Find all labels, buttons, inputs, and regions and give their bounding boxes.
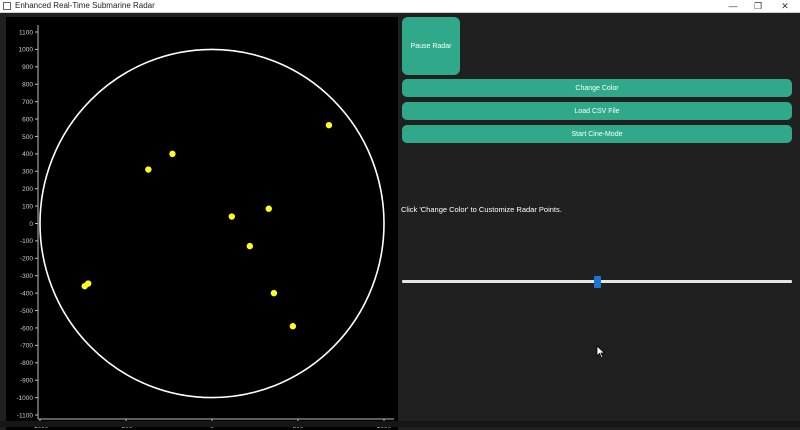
radar-chart: 110010009008007006005004003002001000-100… <box>16 25 394 430</box>
change-color-button[interactable]: Change Color <box>402 79 792 97</box>
radar-point <box>270 289 278 297</box>
y-tick-label: 800 <box>22 82 33 89</box>
y-tick-label: -800 <box>20 360 33 367</box>
range-circle <box>39 48 385 399</box>
y-tick-label: -900 <box>20 377 33 384</box>
y-tick-label: -100 <box>20 238 33 245</box>
y-tick-label: 100 <box>22 203 33 210</box>
radar-point <box>246 242 254 250</box>
y-tick-label: -600 <box>20 325 33 332</box>
radar-point <box>169 150 176 158</box>
radar-point <box>265 205 272 212</box>
y-tick-label: 600 <box>22 116 33 123</box>
y-tick-label: 700 <box>22 99 33 106</box>
info-label: Click 'Change Color' to Customize Radar … <box>401 205 562 214</box>
y-tick-label: 200 <box>22 186 33 193</box>
y-tick-label: -1100 <box>17 412 34 419</box>
y-tick-label: 300 <box>22 169 33 176</box>
radar-point <box>228 213 235 220</box>
title-bar: Enhanced Real-Time Submarine Radar — ❐ ✕ <box>0 0 800 13</box>
radar-point <box>81 282 88 290</box>
pause-radar-button[interactable]: Pause Radar <box>402 17 460 75</box>
y-tick-label: 1000 <box>19 47 34 54</box>
y-tick-label: -700 <box>20 343 33 350</box>
maximize-button[interactable]: ❐ <box>745 0 771 12</box>
y-tick-label: 400 <box>22 151 33 158</box>
window-title: Enhanced Real-Time Submarine Radar <box>15 1 155 10</box>
close-button[interactable]: ✕ <box>772 0 798 12</box>
app-icon <box>3 2 11 10</box>
radar-point <box>289 323 297 330</box>
y-tick-label: 1100 <box>19 29 33 36</box>
radar-plot[interactable]: 1100 1000 900 800 700 600 500 400 300 200 100 0 -100… <box>6 17 398 430</box>
radar-point <box>325 121 333 129</box>
y-tick-label: 900 <box>22 64 33 71</box>
y-tick-label: 0 <box>29 221 33 228</box>
minimize-button[interactable]: — <box>720 0 746 12</box>
y-tick-label: -400 <box>20 290 33 297</box>
y-tick-label: -500 <box>20 308 33 315</box>
y-tick-label: 500 <box>22 134 33 141</box>
mouse-cursor-icon <box>596 345 606 359</box>
speed-slider-handle[interactable] <box>593 276 601 288</box>
y-tick-label: -1000 <box>16 395 33 402</box>
y-tick-label: -200 <box>20 256 33 263</box>
y-tick-label: -300 <box>20 273 33 280</box>
start-cine-mode-button[interactable]: Start Cine-Mode <box>402 125 792 143</box>
load-csv-button[interactable]: Load CSV File <box>402 102 792 120</box>
radar-point <box>145 166 152 173</box>
client-area: 1100 1000 900 800 700 600 500 400 300 200 100 0 -100… <box>0 13 800 430</box>
taskbar-strip <box>0 421 800 427</box>
